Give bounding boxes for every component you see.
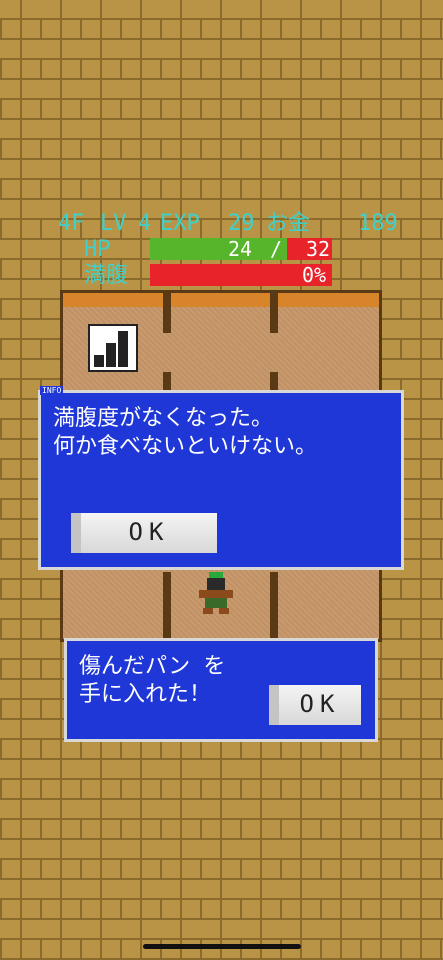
stairs-icon bbox=[88, 324, 138, 372]
hud-gold-value: 189 bbox=[358, 211, 398, 236]
info-dialog: 満腹度がなくなった。 何か食べないといけない。 OK bbox=[38, 390, 404, 570]
item-dialog-line1: 傷んだパン を bbox=[79, 654, 226, 679]
info-dialog-line1: 満腹度がなくなった。 bbox=[53, 406, 274, 431]
item-dialog-line2: 手に入れた！ bbox=[79, 682, 212, 707]
hunger-value: 0% bbox=[302, 263, 327, 287]
hud-hunger-label: 満腹 bbox=[84, 263, 129, 288]
hud-lv-label: LV bbox=[100, 211, 127, 236]
hp-bar-fill bbox=[150, 238, 287, 260]
info-ok-button[interactable]: OK bbox=[71, 513, 217, 553]
room-pillar bbox=[270, 372, 278, 392]
hud-lv-value: 4 bbox=[138, 211, 152, 236]
info-tag: INFO bbox=[40, 386, 64, 395]
room-wall bbox=[63, 293, 379, 307]
hud-exp-label: EXP bbox=[160, 211, 200, 236]
item-ok-button[interactable]: OK bbox=[269, 685, 361, 725]
room-pillar bbox=[163, 572, 171, 638]
room-pillar bbox=[163, 293, 171, 333]
room-pillar bbox=[270, 293, 278, 333]
room-pillar bbox=[163, 372, 171, 392]
hud-gold-label: お金 bbox=[266, 211, 311, 236]
hud-hp-label: HP bbox=[84, 237, 111, 262]
info-dialog-line2: 何か食べないといけない。 bbox=[53, 434, 318, 459]
hp-max: 32 bbox=[306, 237, 331, 261]
hud-floor: 4F bbox=[58, 211, 85, 236]
home-indicator[interactable] bbox=[143, 944, 301, 949]
room-pillar bbox=[270, 572, 278, 638]
hp-current: 24 bbox=[228, 237, 253, 261]
player-character-icon bbox=[199, 572, 233, 614]
hud-exp-value: 29 bbox=[228, 211, 255, 236]
hp-separator: / bbox=[270, 237, 283, 261]
item-dialog: 傷んだパン を 手に入れた！ OK bbox=[64, 638, 378, 742]
